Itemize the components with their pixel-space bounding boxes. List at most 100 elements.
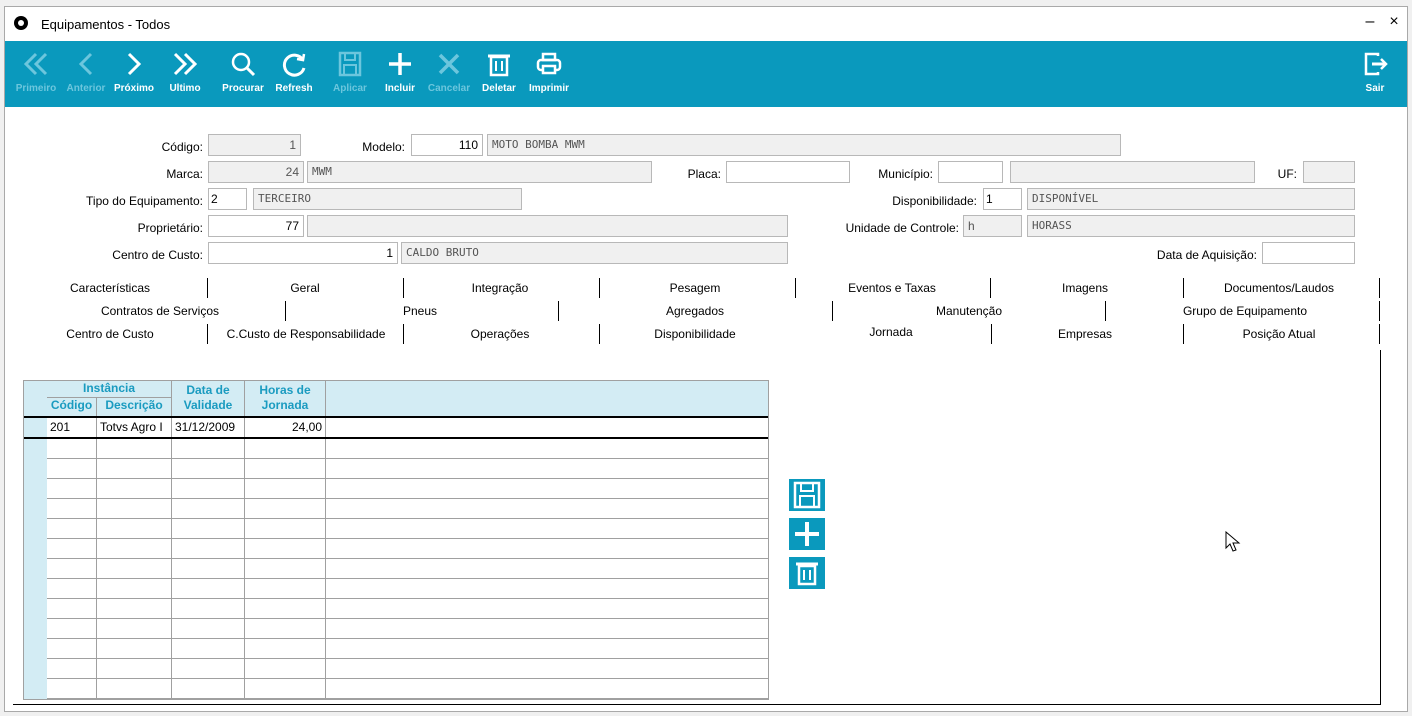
grid-header-descricao[interactable]: Descrição bbox=[97, 398, 172, 416]
unidade-controle-code-field[interactable]: h bbox=[963, 215, 1022, 237]
empty-cell[interactable] bbox=[97, 639, 172, 659]
tab-posicao-atual[interactable]: Posição Atual bbox=[1189, 324, 1369, 344]
tab-centro-custo[interactable]: Centro de Custo bbox=[25, 324, 195, 344]
include-button[interactable]: Incluir bbox=[379, 41, 421, 107]
delete-button[interactable]: Deletar bbox=[477, 41, 521, 107]
tab-pneus[interactable]: Pneus bbox=[295, 301, 545, 321]
municipio-code-field[interactable] bbox=[938, 161, 1003, 183]
tab-imagens[interactable]: Imagens bbox=[995, 278, 1175, 298]
marca-code-field[interactable]: 24 bbox=[208, 161, 304, 183]
tab-empresas[interactable]: Empresas bbox=[995, 324, 1175, 344]
next-button[interactable]: Próximo bbox=[111, 41, 157, 107]
tab-integracao[interactable]: Integração bbox=[410, 278, 590, 298]
empty-cell[interactable] bbox=[172, 619, 245, 639]
empty-cell[interactable] bbox=[47, 479, 97, 499]
empty-cell[interactable] bbox=[97, 499, 172, 519]
row-indicator[interactable] bbox=[24, 579, 47, 600]
modelo-code-field[interactable]: 110 bbox=[411, 134, 483, 156]
empty-cell[interactable] bbox=[97, 539, 172, 559]
row-indicator[interactable] bbox=[24, 439, 47, 460]
tab-caracteristicas[interactable]: Características bbox=[25, 278, 195, 298]
tipo-code-field[interactable]: 2 bbox=[208, 188, 247, 210]
empty-cell[interactable] bbox=[47, 539, 97, 559]
row-indicator[interactable] bbox=[24, 619, 47, 640]
row-indicator[interactable] bbox=[24, 479, 47, 500]
cancel-button[interactable]: Cancelar bbox=[425, 41, 473, 107]
row-indicator[interactable] bbox=[24, 499, 47, 520]
grid-header-horas-jornada[interactable]: Horas de Jornada bbox=[245, 381, 326, 416]
first-button[interactable]: Primeiro bbox=[11, 41, 61, 107]
empty-cell[interactable] bbox=[97, 579, 172, 599]
jornada-grid[interactable]: Instância Código Descrição Data de Valid… bbox=[23, 380, 769, 700]
empty-cell[interactable] bbox=[245, 539, 326, 559]
empty-cell[interactable] bbox=[172, 539, 245, 559]
empty-cell[interactable] bbox=[245, 559, 326, 579]
empty-cell[interactable] bbox=[172, 639, 245, 659]
grid-save-button[interactable] bbox=[789, 479, 825, 511]
empty-cell[interactable] bbox=[245, 479, 326, 499]
refresh-button[interactable]: Refresh bbox=[271, 41, 317, 107]
tab-disponibilidade[interactable]: Disponibilidade bbox=[605, 324, 785, 344]
empty-cell[interactable] bbox=[172, 659, 245, 679]
centro-custo-code-field[interactable]: 1 bbox=[208, 242, 398, 264]
tab-jornada-active[interactable]: Jornada bbox=[801, 322, 981, 342]
empty-cell[interactable] bbox=[47, 459, 97, 479]
cell-codigo[interactable]: 201 bbox=[47, 418, 97, 438]
row-indicator[interactable] bbox=[24, 418, 47, 439]
tab-ccusto-responsabilidade[interactable]: C.Custo de Responsabilidade bbox=[215, 324, 397, 344]
tab-agregados[interactable]: Agregados bbox=[565, 301, 825, 321]
empty-cell[interactable] bbox=[172, 479, 245, 499]
placa-field[interactable] bbox=[726, 161, 850, 183]
empty-cell[interactable] bbox=[47, 679, 97, 699]
tab-operacoes[interactable]: Operações bbox=[410, 324, 590, 344]
empty-cell[interactable] bbox=[172, 579, 245, 599]
empty-cell[interactable] bbox=[172, 499, 245, 519]
empty-cell[interactable] bbox=[245, 599, 326, 619]
empty-cell[interactable] bbox=[172, 559, 245, 579]
tab-eventos-taxas[interactable]: Eventos e Taxas bbox=[801, 278, 983, 298]
empty-cell[interactable] bbox=[47, 519, 97, 539]
search-button[interactable]: Procurar bbox=[219, 41, 267, 107]
row-indicator[interactable] bbox=[24, 639, 47, 660]
empty-cell[interactable] bbox=[245, 679, 326, 699]
tab-manutencao[interactable]: Manutenção bbox=[839, 301, 1099, 321]
apply-button[interactable]: Aplicar bbox=[327, 41, 373, 107]
grid-delete-button[interactable] bbox=[789, 557, 825, 589]
empty-cell[interactable] bbox=[47, 499, 97, 519]
row-indicator[interactable] bbox=[24, 679, 47, 699]
empty-cell[interactable] bbox=[97, 659, 172, 679]
cell-horas-jornada[interactable]: 24,00 bbox=[245, 418, 326, 438]
empty-cell[interactable] bbox=[97, 599, 172, 619]
empty-cell[interactable] bbox=[47, 559, 97, 579]
empty-cell[interactable] bbox=[47, 639, 97, 659]
row-indicator[interactable] bbox=[24, 559, 47, 580]
empty-cell[interactable] bbox=[245, 459, 326, 479]
empty-cell[interactable] bbox=[47, 599, 97, 619]
data-aquisicao-field[interactable] bbox=[1262, 242, 1355, 264]
empty-cell[interactable] bbox=[97, 519, 172, 539]
minimize-button[interactable]: – bbox=[1361, 13, 1379, 31]
empty-cell[interactable] bbox=[172, 439, 245, 459]
tab-contratos-servicos[interactable]: Contratos de Serviços bbox=[45, 301, 275, 321]
row-indicator[interactable] bbox=[24, 539, 47, 560]
row-indicator[interactable] bbox=[24, 599, 47, 620]
empty-cell[interactable] bbox=[172, 459, 245, 479]
empty-cell[interactable] bbox=[97, 679, 172, 699]
empty-cell[interactable] bbox=[245, 619, 326, 639]
empty-cell[interactable] bbox=[47, 619, 97, 639]
disponibilidade-code-field[interactable]: 1 bbox=[983, 188, 1022, 210]
exit-button[interactable]: Sair bbox=[1355, 41, 1395, 107]
tab-geral[interactable]: Geral bbox=[215, 278, 395, 298]
tab-grupo-equipamento[interactable]: Grupo de Equipamento bbox=[1115, 301, 1375, 321]
empty-cell[interactable] bbox=[245, 579, 326, 599]
previous-button[interactable]: Anterior bbox=[63, 41, 109, 107]
grid-add-button[interactable] bbox=[789, 518, 825, 550]
row-indicator[interactable] bbox=[24, 519, 47, 540]
empty-cell[interactable] bbox=[245, 499, 326, 519]
print-button[interactable]: Imprimir bbox=[525, 41, 573, 107]
empty-cell[interactable] bbox=[97, 459, 172, 479]
codigo-field[interactable]: 1 bbox=[208, 134, 301, 156]
empty-cell[interactable] bbox=[97, 479, 172, 499]
cell-data-validade[interactable]: 31/12/2009 bbox=[172, 418, 245, 438]
empty-cell[interactable] bbox=[245, 439, 326, 459]
